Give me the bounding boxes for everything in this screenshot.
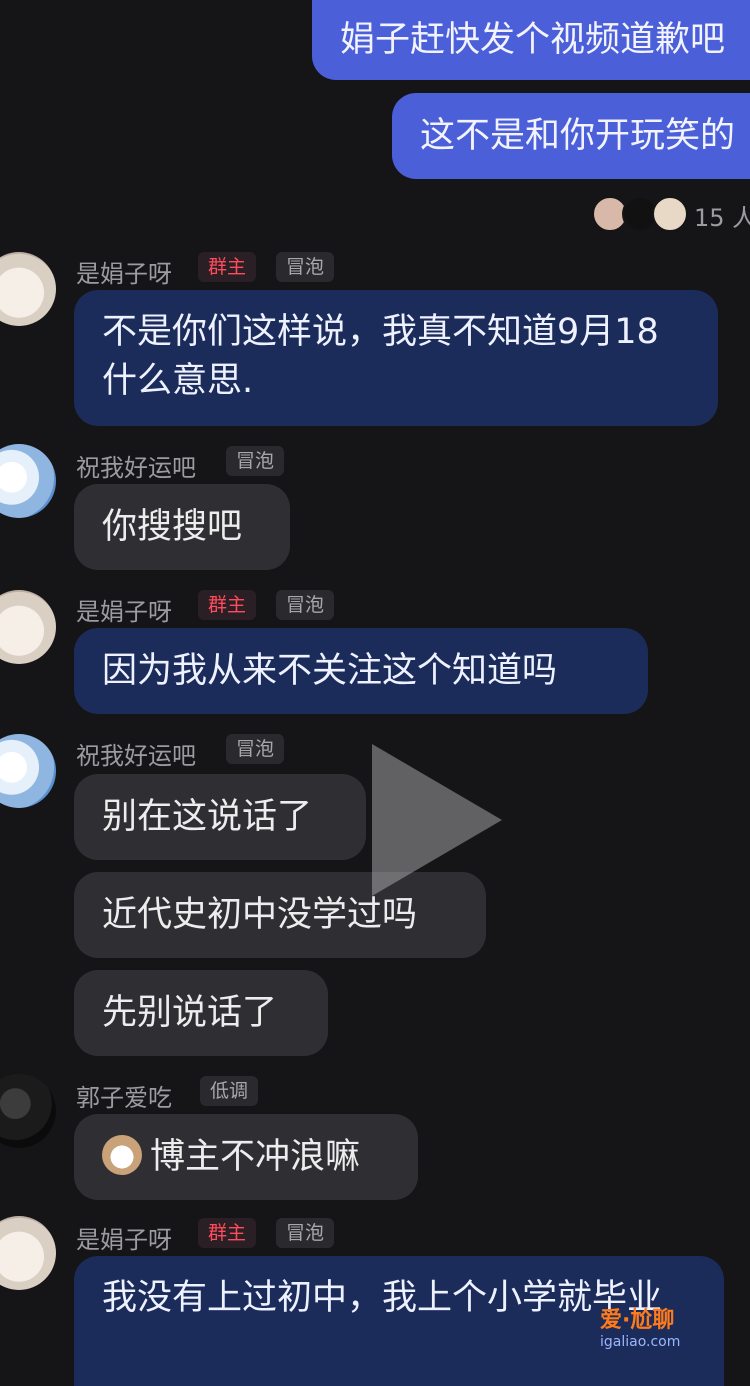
watermark-url: igaliao.com [600, 1334, 681, 1350]
read-count[interactable]: 15 人 [694, 198, 750, 233]
owner-badge: 群主 [198, 1218, 257, 1248]
message-text: 你搜搜吧 [102, 507, 243, 547]
message-text: 因为我从来不关注这个知道吗 [102, 651, 558, 691]
outgoing-message-1[interactable]: 娟子赶快发个视频道歉吧 [312, 0, 750, 80]
message-bubble[interactable]: 博主不冲浪嘛 [74, 1114, 418, 1200]
message-bubble[interactable]: 不是你们这样说，我真不知道9月18什么意思. [74, 290, 718, 426]
sender-name: 是娟子呀 [76, 1226, 172, 1254]
sender-name: 是娟子呀 [76, 260, 172, 288]
avatar[interactable] [0, 590, 56, 664]
outgoing-message-2[interactable]: 这不是和你开玩笑的 [392, 93, 750, 179]
message-text: 不是你们这样说，我真不知道9月18什么意思. [102, 312, 659, 401]
watermark-logo: 爱·尬聊 igaliao.com [600, 1302, 680, 1350]
bubble-badge: 冒泡 [226, 446, 285, 476]
reader-avatar [652, 196, 688, 232]
message-bubble[interactable]: 你搜搜吧 [74, 484, 290, 570]
avatar[interactable] [0, 734, 56, 808]
bubble-badge: 冒泡 [276, 590, 335, 620]
message-text: 博主不冲浪嘛 [150, 1137, 361, 1177]
message-text: 我没有上过初中，我上个小学就毕业 [102, 1278, 663, 1318]
play-icon[interactable] [372, 744, 502, 896]
owner-badge: 群主 [198, 252, 257, 282]
message-bubble[interactable]: 先别说话了 [74, 970, 328, 1056]
message-text: 近代史初中没学过吗 [102, 895, 418, 935]
lowkey-badge: 低调 [200, 1076, 259, 1106]
avatar[interactable] [0, 444, 56, 518]
avatar[interactable] [0, 1216, 56, 1290]
message-text: 这不是和你开玩笑的 [420, 116, 736, 156]
message-text: 别在这说话了 [102, 797, 313, 837]
avatar[interactable] [0, 252, 56, 326]
cat-emoji-icon [102, 1135, 142, 1175]
sender-name: 祝我好运吧 [76, 454, 196, 482]
sender-name: 是娟子呀 [76, 598, 172, 626]
owner-badge: 群主 [198, 590, 257, 620]
message-text: 先别说话了 [102, 993, 278, 1033]
message-text: 娟子赶快发个视频道歉吧 [340, 20, 726, 60]
sender-name: 郭子爱吃 [76, 1084, 172, 1112]
message-bubble[interactable]: 因为我从来不关注这个知道吗 [74, 628, 648, 714]
bubble-badge: 冒泡 [276, 252, 335, 282]
bubble-badge: 冒泡 [226, 734, 285, 764]
sender-name: 祝我好运吧 [76, 742, 196, 770]
bubble-badge: 冒泡 [276, 1218, 335, 1248]
message-bubble[interactable]: 别在这说话了 [74, 774, 366, 860]
avatar[interactable] [0, 1074, 56, 1148]
watermark-brand: 爱·尬聊 [600, 1308, 675, 1333]
